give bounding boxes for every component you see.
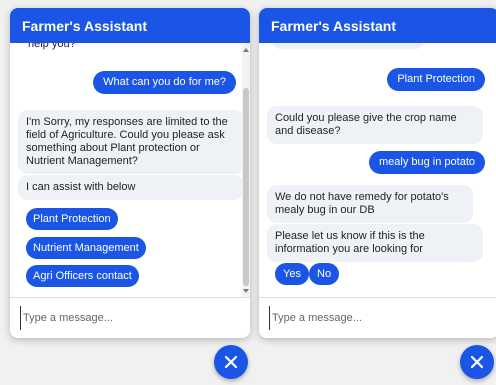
close-chat-button[interactable]: [214, 345, 248, 379]
user-message: What can you do for me?: [93, 71, 236, 94]
partial-bot-bubble: [273, 43, 423, 49]
chat-title: Farmer's Assistant: [22, 17, 147, 34]
chat-header: Farmer's Assistant: [259, 8, 496, 43]
chat-header: Farmer's Assistant: [10, 8, 250, 43]
bot-message: I'm Sorry, my responses are limited to t…: [18, 110, 244, 174]
message-list: help you? What can you do for me? I'm So…: [10, 43, 250, 298]
option-agri-officers-button[interactable]: Agri Officers contact: [26, 265, 139, 287]
bot-message: Please let us know if this is the inform…: [267, 224, 483, 262]
composer: [10, 297, 250, 338]
message-input[interactable]: [20, 306, 235, 330]
close-icon: [224, 355, 238, 369]
close-chat-button[interactable]: [460, 345, 494, 379]
message-list: Plant Protection Could you please give t…: [259, 43, 496, 298]
chat-title: Farmer's Assistant: [271, 17, 396, 34]
chat-window-left: Farmer's Assistant help you? What can yo…: [10, 8, 250, 338]
bot-message: We do not have remedy for potato's mealy…: [267, 185, 473, 223]
scroll-down-icon[interactable]: [243, 289, 249, 293]
message-input[interactable]: [269, 306, 484, 330]
chat-window-right: Farmer's Assistant Plant Protection Coul…: [259, 8, 496, 338]
option-plant-protection-button[interactable]: Plant Protection: [26, 208, 118, 230]
close-icon: [470, 355, 484, 369]
composer: [259, 297, 496, 338]
scrollbar-thumb[interactable]: [243, 88, 249, 286]
bot-message: Could you please give the crop name and …: [267, 106, 483, 144]
scroll-up-icon[interactable]: [243, 48, 249, 52]
scrollbar[interactable]: [242, 43, 250, 298]
option-no-button[interactable]: No: [309, 263, 340, 285]
partial-bot-message: help you?: [28, 43, 76, 50]
option-nutrient-management-button[interactable]: Nutrient Management: [26, 237, 146, 259]
bot-message-assist: I can assist with below: [18, 175, 244, 200]
option-yes-button[interactable]: Yes: [275, 263, 309, 285]
user-message: Plant Protection: [387, 68, 485, 91]
user-message: mealy bug in potato: [368, 151, 485, 174]
